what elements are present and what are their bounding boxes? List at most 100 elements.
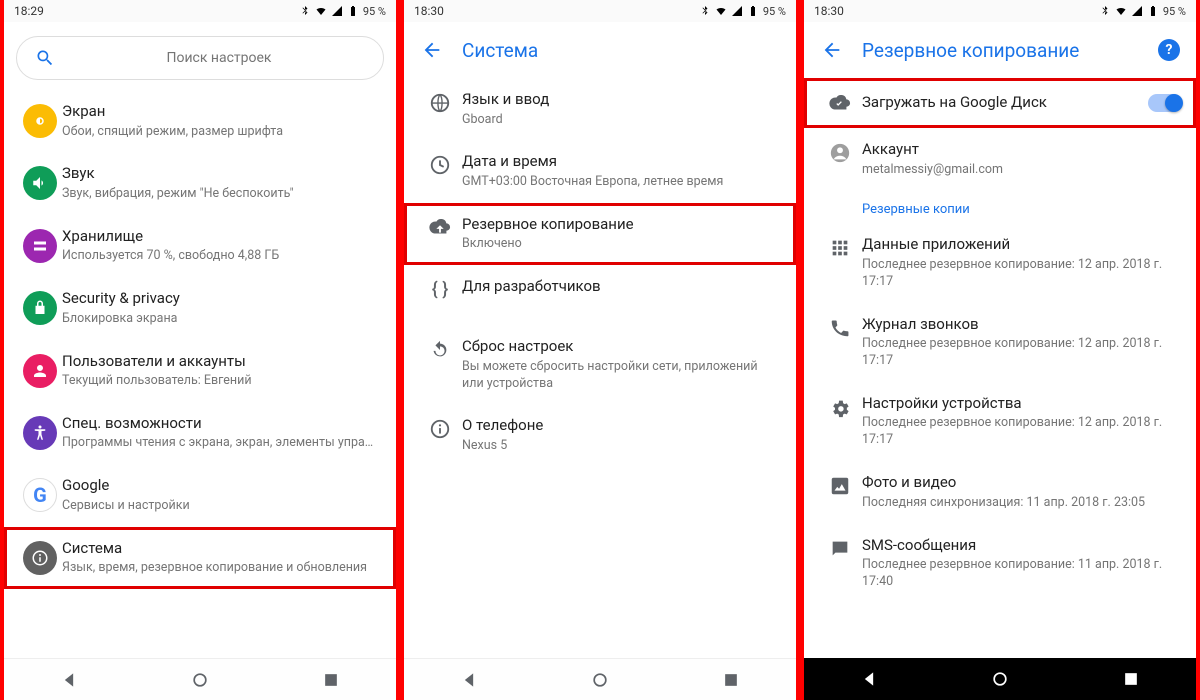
item-system[interactable]: СистемаЯзык, время, резервное копировани… xyxy=(4,527,396,589)
item-accessibility[interactable]: Спец. возможностиПрограммы чтения с экра… xyxy=(4,402,396,464)
item-sound[interactable]: ЗвукЗвук, вибрация, режим "Не беспокоить… xyxy=(4,152,396,214)
item-account[interactable]: Аккаунтmetalmessiy@gmail.com xyxy=(804,128,1196,190)
item-title: Данные приложений xyxy=(862,235,1176,255)
item-title: Журнал звонков xyxy=(862,315,1176,335)
status-icons: 95 % xyxy=(699,5,786,18)
item-title: SMS-сообщения xyxy=(862,536,1176,556)
item-developer[interactable]: { } Для разработчиков xyxy=(404,265,796,325)
settings-list: ЭкранОбои, спящий режим, размер шрифта З… xyxy=(4,90,396,658)
status-time: 18:30 xyxy=(414,4,444,18)
item-backup[interactable]: Резервное копированиеВключено xyxy=(404,203,796,265)
braces-icon: { } xyxy=(432,279,448,300)
item-sub: metalmessiy@gmail.com xyxy=(862,162,1176,179)
drive-toggle[interactable] xyxy=(1148,94,1182,112)
item-title: Экран xyxy=(62,102,376,122)
item-datetime[interactable]: Дата и времяGMT+03:00 Восточная Европа, … xyxy=(404,140,796,202)
battery-percent: 95 % xyxy=(763,5,786,18)
item-app-data[interactable]: Данные приложенийПоследнее резервное коп… xyxy=(804,223,1196,302)
nav-home-icon[interactable] xyxy=(190,670,210,690)
help-button[interactable]: ? xyxy=(1158,39,1180,61)
back-button[interactable] xyxy=(412,30,452,70)
header-title: Система xyxy=(462,39,538,62)
nav-bar xyxy=(4,658,396,700)
battery-percent: 95 % xyxy=(363,5,386,18)
gear-icon xyxy=(829,396,851,418)
item-google[interactable]: G Google Сервисы и настройки xyxy=(4,464,396,526)
item-language[interactable]: Язык и вводGboard xyxy=(404,78,796,140)
image-icon xyxy=(829,475,851,497)
item-sms[interactable]: SMS-сообщенияПоследнее резервное копиров… xyxy=(804,524,1196,603)
nav-back-icon[interactable] xyxy=(59,670,79,690)
item-sub: Последнее резервное копирование: 12 апр.… xyxy=(862,415,1176,449)
item-photos[interactable]: Фото и видео Последняя синхронизация: 11 … xyxy=(804,461,1196,523)
item-title: Для разработчиков xyxy=(462,277,776,297)
item-storage[interactable]: ХранилищеИспользуется 70 %, свободно 4,8… xyxy=(4,215,396,277)
item-users[interactable]: Пользователи и аккаунтыТекущий пользоват… xyxy=(4,340,396,402)
wifi-icon xyxy=(715,5,727,17)
wifi-icon xyxy=(315,5,327,17)
nav-back-icon[interactable] xyxy=(459,670,479,690)
status-bar: 18:29 95 % xyxy=(4,0,396,22)
volume-icon xyxy=(31,174,49,192)
item-sub: Последняя синхронизация: 11 апр. 2018 г.… xyxy=(862,495,1176,512)
apps-icon xyxy=(829,237,851,259)
clock-icon xyxy=(429,154,451,176)
battery-icon xyxy=(1147,5,1159,17)
help-icon: ? xyxy=(1166,42,1173,58)
item-sub: Nexus 5 xyxy=(462,438,776,455)
item-security[interactable]: Security & privacyБлокировка экрана xyxy=(4,277,396,339)
google-icon: G xyxy=(33,483,47,507)
account-icon xyxy=(829,142,851,164)
nav-recent-icon[interactable] xyxy=(1121,669,1141,689)
message-icon xyxy=(829,538,851,560)
storage-icon xyxy=(31,237,49,255)
nav-home-icon[interactable] xyxy=(590,670,610,690)
item-title: Настройки устройства xyxy=(862,394,1176,414)
cloud-done-icon xyxy=(829,93,851,115)
item-device-settings[interactable]: Настройки устройстваПоследнее резервное … xyxy=(804,382,1196,461)
nav-home-icon[interactable] xyxy=(990,669,1010,689)
status-bar: 18:30 95 % xyxy=(804,0,1196,22)
item-title: О телефоне xyxy=(462,416,776,436)
item-reset[interactable]: Сброс настроекВы можете сбросить настрой… xyxy=(404,325,796,404)
item-sub: Программы чтения с экрана, экран, элемен… xyxy=(62,435,376,452)
phone-system: 18:30 95 % Система Язык и вводGboard Дат… xyxy=(400,0,800,700)
phone-backup: 18:30 95 % Резервное копирование ? Загру… xyxy=(800,0,1200,700)
wifi-icon xyxy=(1115,5,1127,17)
drive-toggle-row[interactable]: Загружать на Google Диск xyxy=(804,78,1196,128)
item-sub: Последнее резервное копирование: 11 апр.… xyxy=(862,557,1176,591)
drive-label: Загружать на Google Диск xyxy=(862,93,1142,113)
phone-settings-main: 18:29 95 % Поиск настроек ЭкранОбои, спя… xyxy=(0,0,400,700)
item-call-log[interactable]: Журнал звонковПоследнее резервное копиро… xyxy=(804,303,1196,382)
info-icon xyxy=(31,549,49,567)
item-title: Пользователи и аккаунты xyxy=(62,352,376,372)
item-sub: Сервисы и настройки xyxy=(62,498,376,515)
item-title: Security & privacy xyxy=(62,289,376,309)
nav-back-icon[interactable] xyxy=(859,669,879,689)
nav-bar xyxy=(804,658,1196,700)
battery-percent: 95 % xyxy=(1163,5,1186,18)
nav-recent-icon[interactable] xyxy=(721,670,741,690)
item-sub: Язык, время, резервное копирование и обн… xyxy=(62,560,376,577)
system-list: Язык и вводGboard Дата и времяGMT+03:00 … xyxy=(404,78,796,658)
item-sub: Включено xyxy=(462,236,776,253)
nav-recent-icon[interactable] xyxy=(321,670,341,690)
header: Система xyxy=(404,22,796,78)
status-bar: 18:30 95 % xyxy=(404,0,796,22)
item-sub: Последнее резервное копирование: 12 апр.… xyxy=(862,257,1176,291)
back-button[interactable] xyxy=(812,30,852,70)
bluetooth-icon xyxy=(699,5,711,17)
item-title: Язык и ввод xyxy=(462,90,776,110)
item-title: Система xyxy=(62,539,376,559)
item-about[interactable]: О телефоне Nexus 5 xyxy=(404,404,796,466)
item-title: Спец. возможности xyxy=(62,414,376,434)
search-input[interactable]: Поиск настроек xyxy=(16,36,384,80)
item-title: Google xyxy=(62,476,376,496)
header: Резервное копирование ? xyxy=(804,22,1196,78)
arrow-back-icon xyxy=(421,39,443,61)
item-sub: GMT+03:00 Восточная Европа, летнее время xyxy=(462,174,776,191)
item-title: Фото и видео xyxy=(862,473,1176,493)
lock-icon xyxy=(31,299,49,317)
item-display[interactable]: ЭкранОбои, спящий режим, размер шрифта xyxy=(4,90,396,152)
signal-icon xyxy=(331,5,343,17)
